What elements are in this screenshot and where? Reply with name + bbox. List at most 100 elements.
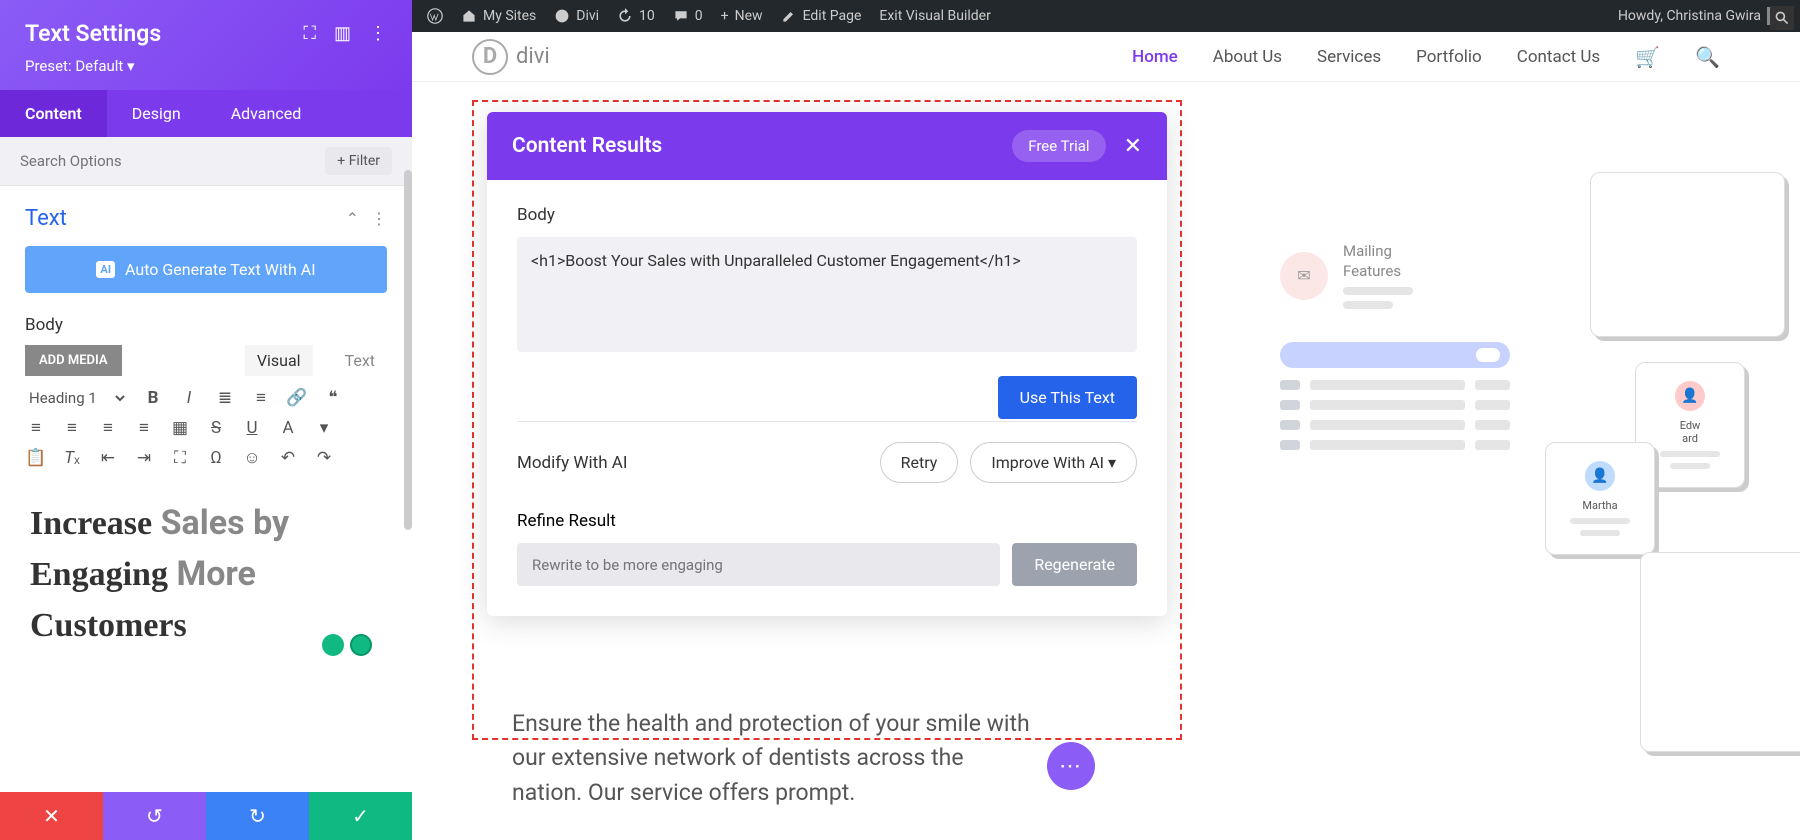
sidebar-body: Text ⌃ ⋮ AI Auto Generate Text With AI B… bbox=[0, 186, 412, 792]
settings-tabs: Content Design Advanced bbox=[0, 90, 412, 137]
site-logo[interactable]: D divi bbox=[472, 39, 550, 75]
add-media-button[interactable]: ADD MEDIA bbox=[25, 345, 122, 376]
strike-icon[interactable]: S bbox=[205, 418, 227, 438]
redo-button[interactable]: ↻ bbox=[206, 792, 309, 840]
align-left-icon[interactable]: ≡ bbox=[25, 418, 47, 438]
regenerate-button[interactable]: Regenerate bbox=[1012, 543, 1137, 586]
page-body-text: Ensure the health and protection of your… bbox=[512, 707, 1032, 811]
edit-page-link[interactable]: Edit Page bbox=[781, 8, 862, 24]
mail-icon: ✉ bbox=[1280, 252, 1328, 300]
undo-icon[interactable]: ↶ bbox=[277, 448, 299, 468]
cancel-button[interactable]: ✕ bbox=[0, 792, 103, 840]
result-textarea[interactable]: <h1>Boost Your Sales with Unparalleled C… bbox=[517, 237, 1137, 352]
link-icon[interactable]: 🔗 bbox=[286, 388, 308, 408]
sidebar-title: Text Settings bbox=[25, 20, 161, 47]
preset-dropdown[interactable]: Preset: Default ▾ bbox=[25, 57, 387, 75]
wp-search-icon[interactable] bbox=[1770, 6, 1794, 30]
bold-icon[interactable]: B bbox=[142, 388, 164, 408]
nav-contact[interactable]: Contact Us bbox=[1517, 47, 1600, 67]
wp-logo-icon[interactable] bbox=[427, 8, 443, 24]
howdy-user[interactable]: Howdy, Christina Gwira bbox=[1618, 7, 1785, 25]
clear-icon[interactable]: Tₓ bbox=[61, 448, 83, 468]
use-this-text-button[interactable]: Use This Text bbox=[998, 376, 1137, 419]
logo-text: divi bbox=[516, 44, 550, 69]
fullscreen-icon[interactable]: ⛶ bbox=[169, 448, 191, 468]
free-trial-badge[interactable]: Free Trial bbox=[1012, 130, 1105, 162]
logo-icon: D bbox=[472, 39, 508, 75]
modal-header: Content Results Free Trial ✕ bbox=[487, 112, 1167, 180]
person-name-1: Edward bbox=[1646, 419, 1734, 445]
section-text-label[interactable]: Text bbox=[25, 206, 67, 231]
nav-services[interactable]: Services bbox=[1317, 47, 1381, 67]
omega-icon[interactable]: Ω bbox=[205, 448, 227, 468]
italic-icon[interactable]: I bbox=[178, 388, 200, 408]
exit-builder-link[interactable]: Exit Visual Builder bbox=[879, 8, 990, 24]
expand-icon[interactable]: ⛶ bbox=[303, 23, 316, 44]
search-icon[interactable]: 🔍 bbox=[1695, 45, 1720, 69]
improve-button[interactable]: Improve With AI ▾ bbox=[970, 442, 1137, 483]
modify-label: Modify With AI bbox=[517, 453, 628, 473]
divi-link[interactable]: Divi bbox=[554, 8, 599, 24]
outdent-icon[interactable]: ⇤ bbox=[97, 448, 119, 468]
scrollbar[interactable] bbox=[404, 170, 412, 530]
align-justify-icon[interactable]: ≡ bbox=[133, 418, 155, 438]
undo-button[interactable]: ↺ bbox=[103, 792, 206, 840]
indent-icon[interactable]: ⇥ bbox=[133, 448, 155, 468]
modal-title: Content Results bbox=[512, 134, 662, 158]
dropdown-icon[interactable]: ▾ bbox=[313, 418, 335, 438]
auto-generate-button[interactable]: AI Auto Generate Text With AI bbox=[25, 246, 387, 293]
settings-sidebar: Text Settings ⛶ ▥ ⋮ Preset: Default ▾ Co… bbox=[0, 0, 412, 840]
new-link[interactable]: + New bbox=[721, 8, 763, 24]
person-icon: 👤 bbox=[1675, 381, 1705, 411]
comments-link[interactable]: 0 bbox=[673, 8, 703, 24]
fab-button[interactable]: ⋯ bbox=[1047, 742, 1095, 790]
align-right-icon[interactable]: ≡ bbox=[97, 418, 119, 438]
deco-list bbox=[1280, 342, 1510, 460]
search-input[interactable] bbox=[20, 152, 325, 170]
editor-toolbar: Heading 1 B I ≣ ≡ 🔗 ❝ ≡ ≡ ≡ ≡ ▦ S U A ▾ … bbox=[25, 388, 387, 468]
visual-tab[interactable]: Visual bbox=[245, 345, 313, 376]
ai-icon: AI bbox=[96, 261, 115, 278]
bullet-list-icon[interactable]: ≣ bbox=[214, 388, 236, 408]
paste-icon[interactable]: 📋 bbox=[25, 448, 47, 468]
underline-icon[interactable]: U bbox=[241, 418, 263, 438]
textcolor-icon[interactable]: A bbox=[277, 418, 299, 438]
close-icon[interactable]: ✕ bbox=[1124, 134, 1142, 159]
updates-link[interactable]: 10 bbox=[617, 8, 655, 24]
site-nav: D divi Home About Us Services Portfolio … bbox=[412, 32, 1800, 82]
retry-button[interactable]: Retry bbox=[880, 442, 959, 483]
deco-card-br bbox=[1640, 552, 1800, 752]
heading-select[interactable]: Heading 1 bbox=[25, 388, 128, 408]
number-list-icon[interactable]: ≡ bbox=[250, 388, 272, 408]
filter-button[interactable]: + Filter bbox=[325, 147, 392, 175]
redo-icon[interactable]: ↷ bbox=[313, 448, 335, 468]
bottom-actions: ✕ ↺ ↻ ✓ bbox=[0, 792, 412, 840]
more-icon[interactable]: ⋮ bbox=[369, 23, 387, 44]
save-button[interactable]: ✓ bbox=[309, 792, 412, 840]
align-center-icon[interactable]: ≡ bbox=[61, 418, 83, 438]
grammarly-icons[interactable] bbox=[322, 634, 372, 656]
modal-body-label: Body bbox=[517, 205, 1137, 225]
refine-input[interactable] bbox=[517, 543, 1000, 586]
tab-advanced[interactable]: Advanced bbox=[206, 90, 327, 137]
nav-home[interactable]: Home bbox=[1132, 47, 1178, 67]
sidebar-header: Text Settings ⛶ ▥ ⋮ Preset: Default ▾ bbox=[0, 0, 412, 90]
cart-icon[interactable]: 🛒 bbox=[1635, 45, 1660, 69]
person-icon: 👤 bbox=[1585, 461, 1615, 491]
emoji-icon[interactable]: ☺ bbox=[241, 448, 263, 468]
content-results-modal: Content Results Free Trial ✕ Body <h1>Bo… bbox=[487, 112, 1167, 616]
table-icon[interactable]: ▦ bbox=[169, 418, 191, 438]
nav-portfolio[interactable]: Portfolio bbox=[1416, 47, 1482, 67]
quote-icon[interactable]: ❝ bbox=[322, 388, 344, 408]
text-tab[interactable]: Text bbox=[333, 345, 387, 376]
person-name-2: Martha bbox=[1556, 499, 1644, 512]
columns-icon[interactable]: ▥ bbox=[334, 23, 351, 44]
tab-content[interactable]: Content bbox=[0, 90, 107, 137]
tab-design[interactable]: Design bbox=[107, 90, 206, 137]
editor-content[interactable]: Increase Sales by Engaging More Customer… bbox=[25, 483, 387, 666]
mysites-link[interactable]: My Sites bbox=[461, 8, 536, 24]
section-more-icon[interactable]: ⋮ bbox=[371, 209, 387, 228]
nav-about[interactable]: About Us bbox=[1213, 47, 1282, 67]
chevron-up-icon[interactable]: ⌃ bbox=[346, 209, 359, 228]
search-row: + Filter bbox=[0, 137, 412, 186]
